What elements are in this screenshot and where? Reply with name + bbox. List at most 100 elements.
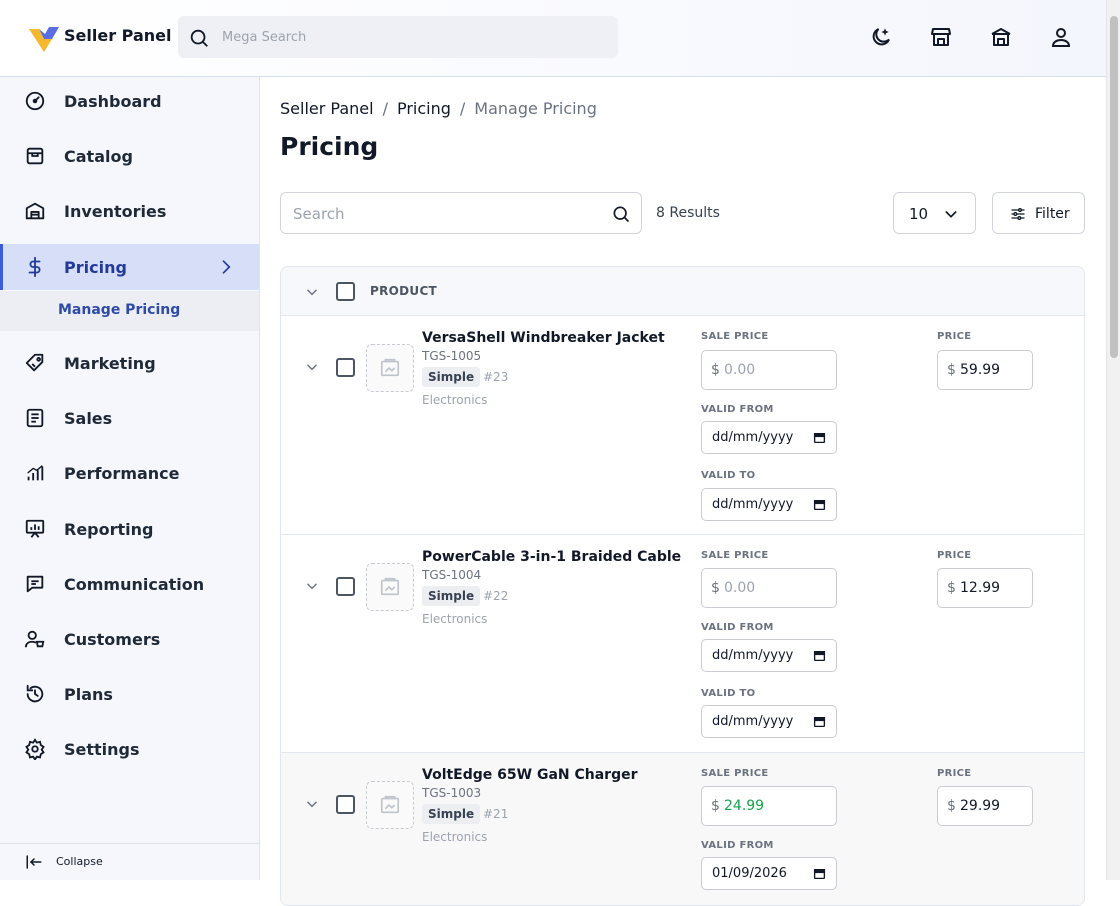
sale-price-placeholder: 0.00: [724, 580, 756, 596]
product-type-badge: Simple: [422, 367, 481, 387]
product-thumbnail: [366, 563, 414, 611]
per-page-select[interactable]: 10: [893, 192, 976, 234]
column-header-product: PRODUCT: [370, 284, 438, 298]
sidebar-item-sales[interactable]: Sales: [0, 395, 259, 441]
calendar-icon[interactable]: [813, 649, 826, 662]
currency-symbol: $: [947, 362, 956, 378]
calendar-icon[interactable]: [813, 867, 826, 880]
mega-search-input[interactable]: Mega Search: [178, 16, 618, 58]
product-category: Electronics: [422, 612, 488, 626]
marketplace-icon[interactable]: [989, 25, 1013, 49]
sidebar-item-communication[interactable]: Communication: [0, 561, 259, 607]
sale-price-input[interactable]: $ 0.00: [701, 350, 837, 390]
image-placeholder-icon: [380, 358, 400, 377]
price-value: 59.99: [960, 362, 1001, 378]
chevron-down-icon[interactable]: [305, 579, 319, 593]
product-name[interactable]: VoltEdge 65W GaN Charger: [422, 767, 638, 783]
valid-to-date-input[interactable]: dd/mm/yyyy: [701, 705, 837, 738]
price-input[interactable]: $ 12.99: [937, 568, 1033, 608]
sale-price-input[interactable]: $ 24.99: [701, 786, 837, 826]
chevron-down-icon[interactable]: [305, 797, 319, 811]
valid-from-date-input[interactable]: 01/09/2026: [701, 857, 837, 890]
sale-price-label: SALE PRICE: [701, 331, 769, 342]
sidebar-item-label: Pricing: [64, 258, 127, 277]
row-checkbox[interactable]: [336, 577, 355, 596]
customers-icon: [24, 630, 45, 648]
sale-price-label: SALE PRICE: [701, 550, 769, 561]
product-name[interactable]: VersaShell Windbreaker Jacket: [422, 330, 665, 346]
valid-to-value: dd/mm/yyyy: [712, 497, 794, 512]
chevron-down-icon[interactable]: [305, 360, 319, 374]
table-row: VersaShell Windbreaker Jacket TGS-1005 S…: [281, 316, 1084, 535]
sidebar-item-label: Plans: [64, 685, 113, 704]
sidebar-item-marketing[interactable]: Marketing: [0, 340, 259, 386]
breadcrumb-root[interactable]: Seller Panel: [280, 99, 374, 118]
price-input[interactable]: $ 59.99: [937, 350, 1033, 390]
row-checkbox[interactable]: [336, 795, 355, 814]
sidebar-item-performance[interactable]: Performance: [0, 450, 259, 496]
scrollbar-thumb[interactable]: [1110, 16, 1118, 358]
sidebar-item-label: Dashboard: [64, 92, 162, 111]
user-icon[interactable]: [1049, 25, 1073, 49]
select-all-checkbox[interactable]: [336, 282, 355, 301]
sidebar-item-pricing[interactable]: Pricing: [0, 244, 259, 290]
search-input[interactable]: Search: [280, 192, 642, 234]
brand-logo[interactable]: [27, 21, 61, 55]
inventories-icon: [25, 202, 45, 220]
valid-to-date-input[interactable]: dd/mm/yyyy: [701, 488, 837, 521]
gear-icon: [25, 738, 45, 760]
sidebar-item-label: Customers: [64, 630, 161, 649]
price-value: 12.99: [960, 580, 1001, 596]
breadcrumb-current: Manage Pricing: [474, 99, 597, 118]
calendar-icon[interactable]: [813, 431, 826, 444]
calendar-icon[interactable]: [813, 715, 826, 728]
product-category: Electronics: [422, 830, 488, 844]
table-row: VoltEdge 65W GaN Charger TGS-1003 Simple…: [281, 753, 1084, 905]
image-placeholder-icon: [380, 795, 400, 814]
brand-name: Seller Panel: [64, 26, 172, 45]
table-row: PowerCable 3-in-1 Braided Cable TGS-1004…: [281, 535, 1084, 753]
price-input[interactable]: $ 29.99: [937, 786, 1033, 826]
currency-symbol: $: [711, 362, 720, 378]
store-icon[interactable]: [929, 25, 953, 49]
valid-to-value: dd/mm/yyyy: [712, 714, 794, 729]
price-value: 29.99: [960, 798, 1001, 814]
pricing-table: PRODUCT VersaShell Windbreaker Jacket TG…: [280, 266, 1085, 906]
theme-toggle-icon[interactable]: [869, 25, 893, 49]
chevron-right-icon: [222, 260, 231, 274]
row-checkbox[interactable]: [336, 358, 355, 377]
sidebar: Dashboard Catalog Inventories Pricing Ma…: [0, 77, 260, 880]
product-type-badge: Simple: [422, 586, 481, 606]
valid-from-label: VALID FROM: [701, 840, 774, 851]
sidebar-item-catalog[interactable]: Catalog: [0, 133, 259, 179]
valid-to-label: VALID TO: [701, 470, 756, 481]
chevron-down-icon[interactable]: [305, 285, 319, 299]
sidebar-item-dashboard[interactable]: Dashboard: [0, 78, 259, 124]
history-icon: [26, 684, 44, 703]
sidebar-item-inventories[interactable]: Inventories: [0, 188, 259, 234]
sidebar-item-customers[interactable]: Customers: [0, 616, 259, 662]
sale-price-placeholder: 0.00: [724, 362, 756, 378]
breadcrumb-separator: /: [459, 99, 466, 118]
chevron-down-icon: [945, 211, 957, 218]
sidebar-item-label: Marketing: [64, 354, 156, 373]
sidebar-subitem-manage-pricing[interactable]: Manage Pricing: [0, 291, 259, 331]
filter-button[interactable]: Filter: [992, 192, 1085, 234]
sale-price-input[interactable]: $ 0.00: [701, 568, 837, 608]
breadcrumb-section[interactable]: Pricing: [397, 99, 451, 118]
search-icon[interactable]: [611, 204, 631, 224]
sidebar-item-reporting[interactable]: Reporting: [0, 506, 259, 552]
valid-from-date-input[interactable]: dd/mm/yyyy: [701, 639, 837, 672]
page-scrollbar[interactable]: [1106, 0, 1120, 880]
sidebar-item-settings[interactable]: Settings: [0, 726, 259, 772]
collapse-sidebar-button[interactable]: Collapse: [0, 843, 259, 880]
sidebar-item-plans[interactable]: Plans: [0, 671, 259, 717]
valid-from-date-input[interactable]: dd/mm/yyyy: [701, 421, 837, 454]
per-page-value: 10: [909, 205, 929, 223]
top-header: Seller Panel Mega Search: [0, 0, 1106, 77]
calendar-icon[interactable]: [813, 498, 826, 511]
filter-label: Filter: [1035, 206, 1070, 222]
valid-from-value: dd/mm/yyyy: [712, 430, 794, 445]
product-name[interactable]: PowerCable 3-in-1 Braided Cable: [422, 549, 681, 565]
breadcrumb: Seller Panel / Pricing / Manage Pricing: [280, 99, 597, 118]
